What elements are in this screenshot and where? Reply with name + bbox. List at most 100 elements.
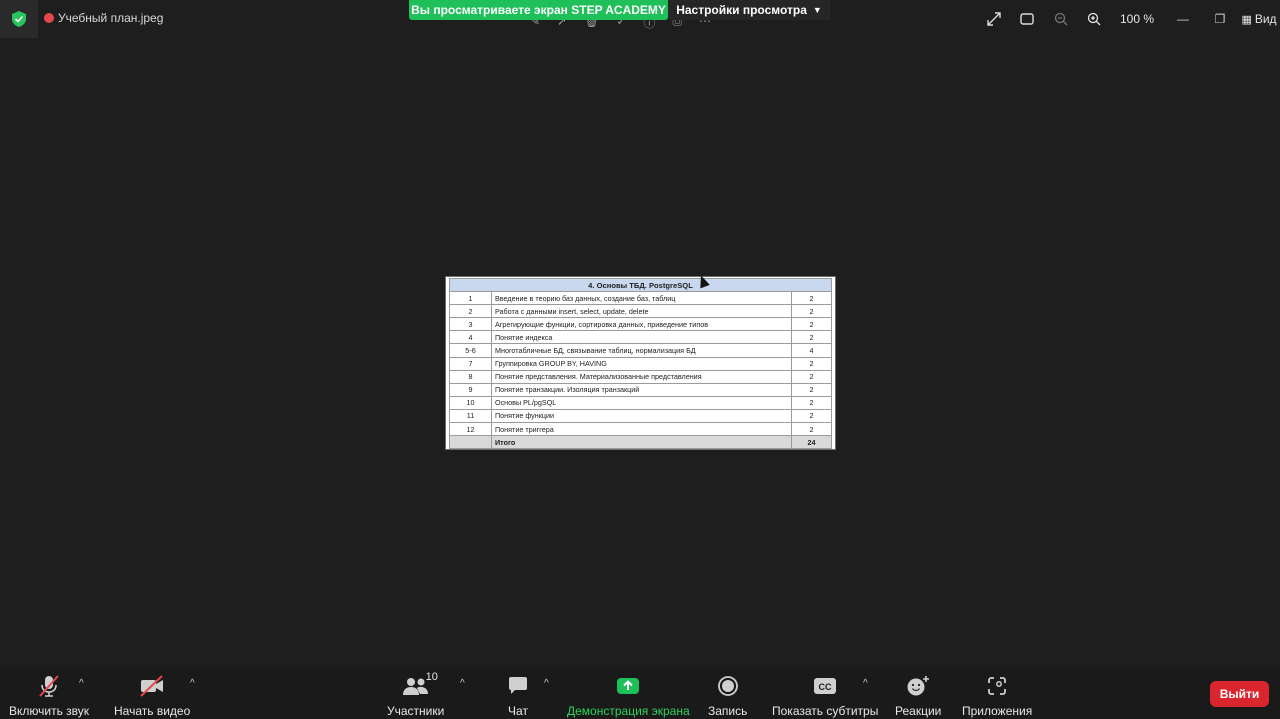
share-screen-button[interactable]: Демонстрация экрана <box>567 674 690 718</box>
microphone-muted-icon <box>36 674 62 698</box>
view-settings-button[interactable]: Настройки просмотра ▼ <box>668 0 830 20</box>
row-number: 7 <box>449 356 492 371</box>
row-number: 5-6 <box>449 343 492 358</box>
total-empty-cell <box>449 435 492 450</box>
participants-count: 10 <box>425 671 438 683</box>
chat-button[interactable]: Чат <box>507 674 529 718</box>
row-hours: 2 <box>790 330 833 345</box>
minimize-icon[interactable]: — <box>1164 12 1202 26</box>
start-video-button[interactable]: Начать видео <box>114 674 190 718</box>
row-hours: 2 <box>790 291 833 306</box>
unmute-label: Включить звук <box>9 704 90 718</box>
video-options-caret-icon[interactable]: ^ <box>190 678 195 689</box>
table-row: 9 Понятие транзакции. Изоляция транзакций… <box>449 382 833 397</box>
table-row: 7 Группировка GROUP BY, HAVING 2 <box>449 356 833 371</box>
row-number: 4 <box>449 330 492 345</box>
row-number: 1 <box>449 291 492 306</box>
row-hours: 2 <box>790 369 833 384</box>
total-label: Итого <box>491 435 792 450</box>
meeting-controls: Включить звук ^ Начать видео ^ 10 Участн… <box>0 668 1280 719</box>
participants-label: Участники <box>387 704 445 718</box>
total-row: Итого 24 <box>449 435 833 450</box>
fullscreen-icon[interactable] <box>977 12 1010 26</box>
table-row: 2 Работа с данными insert, select, update… <box>449 304 833 319</box>
participants-icon: 10 <box>402 671 438 698</box>
view-label: Вид <box>1254 12 1277 26</box>
row-topic: Понятие функции <box>491 408 792 424</box>
row-topic: Многотабличные БД, связывание таблиц, но… <box>491 343 792 358</box>
audio-options-caret-icon[interactable]: ^ <box>79 678 84 689</box>
table-row: 11 Понятие функции 2 <box>449 408 833 424</box>
recording-dot-icon <box>44 13 54 23</box>
row-topic: Введение в теорию баз данных, создание б… <box>491 291 792 306</box>
row-number: 2 <box>449 304 492 319</box>
apps-label: Приложения <box>962 704 1033 718</box>
start-video-label: Начать видео <box>114 704 191 718</box>
zoom-in-icon[interactable] <box>1077 12 1110 26</box>
reactions-button[interactable]: Реакции <box>895 674 941 718</box>
row-number: 8 <box>449 369 492 384</box>
apps-button[interactable]: Приложения <box>962 674 1032 718</box>
table-row: 4 Понятие индекса 2 <box>449 330 833 345</box>
shared-document: 4. Основы ТБД. PostgreSQL 1 Введение в те… <box>445 276 836 450</box>
participants-button[interactable]: 10 Участники <box>387 671 445 718</box>
zoom-out-icon[interactable] <box>1044 12 1077 26</box>
row-topic: Понятие транзакции. Изоляция транзакций <box>491 382 792 397</box>
row-number: 3 <box>449 317 492 332</box>
reactions-label: Реакции <box>895 704 942 718</box>
table-title: 4. Основы ТБД. PostgreSQL <box>449 277 832 293</box>
row-topic: Работа с данными insert, select, update,… <box>491 304 792 319</box>
share-screen-icon <box>616 674 640 698</box>
screen-share-banner: Вы просматриваете экран STEP ACADEMY <box>409 0 668 20</box>
table-row: 8 Понятие представления. Материализованны… <box>449 369 833 384</box>
right-tools: 100 % — ❐ ▦ Вид <box>977 7 1280 31</box>
table-row: 12 Понятие триггера 2 <box>449 422 833 437</box>
chat-label: Чат <box>508 704 528 718</box>
table-row: 1 Введение в теорию баз данных, создание … <box>449 291 833 306</box>
file-title: Учебный план.jpeg <box>58 11 164 25</box>
table-row: 10 Основы PL/pgSQL 2 <box>449 395 833 410</box>
apps-icon <box>986 674 1008 698</box>
zoom-level: 100 % <box>1119 12 1155 26</box>
restore-icon[interactable]: ❐ <box>1202 12 1238 26</box>
row-topic: Понятие триггера <box>491 422 792 437</box>
top-bar: Учебный план.jpeg ✎ ➚ 🗑 ✓ ⓘ ⎙ ⋯ Вы просм… <box>0 0 1280 40</box>
security-shield-icon[interactable] <box>0 0 38 38</box>
chat-icon <box>507 674 529 698</box>
chevron-down-icon: ▼ <box>812 5 822 15</box>
row-hours: 2 <box>790 317 833 332</box>
row-number: 9 <box>449 382 492 397</box>
record-icon <box>717 674 739 698</box>
view-button[interactable]: ▦ Вид <box>1238 12 1280 26</box>
row-topic: Агрегирующие функции, сортировка данных,… <box>491 317 792 332</box>
curriculum-table: 4. Основы ТБД. PostgreSQL 1 Введение в те… <box>449 277 833 450</box>
reactions-icon <box>906 674 930 698</box>
cc-icon: CC <box>813 674 837 698</box>
table-row: 3 Агрегирующие функции, сортировка данных… <box>449 317 833 332</box>
captions-caret-icon[interactable]: ^ <box>863 678 868 689</box>
participants-caret-icon[interactable]: ^ <box>460 678 465 689</box>
show-captions-label: Показать субтитры <box>772 704 879 718</box>
leave-button[interactable]: Выйти <box>1210 681 1269 707</box>
total-hours: 24 <box>790 435 833 450</box>
row-hours: 4 <box>790 343 833 358</box>
video-off-icon <box>138 674 166 698</box>
chat-caret-icon[interactable]: ^ <box>544 678 549 689</box>
row-topic: Понятие индекса <box>491 330 792 345</box>
row-topic: Группировка GROUP BY, HAVING <box>491 356 792 371</box>
unmute-button[interactable]: Включить звук <box>9 674 89 718</box>
row-hours: 2 <box>790 422 833 437</box>
grid-icon: ▦ <box>1241 13 1252 26</box>
row-number: 10 <box>449 395 492 410</box>
row-number: 11 <box>449 408 492 424</box>
svg-text:CC: CC <box>819 682 832 692</box>
record-label: Запись <box>708 704 748 718</box>
row-number: 12 <box>449 422 492 437</box>
table-row: 5-6 Многотабличные БД, связывание таблиц,… <box>449 343 833 358</box>
record-button[interactable]: Запись <box>708 674 747 718</box>
fit-window-icon[interactable] <box>1010 13 1044 25</box>
row-hours: 2 <box>790 408 833 424</box>
row-hours: 2 <box>790 356 833 371</box>
view-settings-label: Настройки просмотра <box>676 3 807 17</box>
row-hours: 2 <box>790 395 833 410</box>
